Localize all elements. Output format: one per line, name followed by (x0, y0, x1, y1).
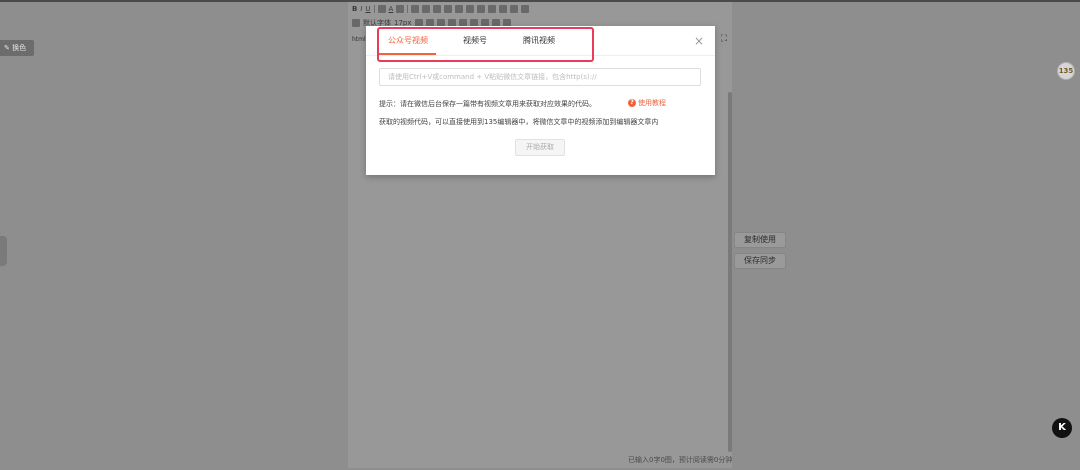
editor-scrollbar[interactable] (728, 92, 732, 452)
spacing-icon[interactable] (499, 5, 508, 13)
html-source-label[interactable]: html (352, 36, 366, 43)
indent-icon[interactable] (466, 5, 475, 13)
change-color-tag[interactable]: ✎ 换色 (0, 40, 34, 56)
dialog-tab-bar: 公众号视频 视频号 腾讯视频 (366, 26, 715, 56)
align-left-icon[interactable] (422, 5, 431, 13)
list-icon[interactable] (488, 5, 497, 13)
underline-icon[interactable]: U (365, 5, 370, 13)
word-count-status: 已输入0字0图，预计阅读需0分钟 (628, 456, 733, 464)
italic-icon[interactable]: I (360, 5, 362, 13)
image-icon[interactable] (411, 5, 420, 13)
align-justify-icon[interactable] (455, 5, 464, 13)
start-fetch-button[interactable]: 开始获取 (515, 139, 565, 156)
tutorial-link[interactable]: ? 使用教程 (628, 98, 666, 108)
background-color-icon[interactable] (396, 5, 405, 13)
paragraph-icon[interactable] (510, 5, 519, 13)
save-sync-button[interactable]: 保存同步 (734, 253, 786, 269)
strikethrough-icon[interactable] (377, 5, 386, 13)
editor-toolbar-row-1: B I U A (352, 3, 530, 15)
fullscreen-icon[interactable]: ⛶ (719, 34, 729, 44)
tutorial-link-label: 使用教程 (638, 99, 666, 107)
hint-text: 提示：请在微信后台保存一篇带有视频文章用来获取对应效果的代码。 (379, 100, 596, 108)
k-floating-button[interactable]: K (1052, 418, 1072, 438)
tab-official-account-video[interactable]: 公众号视频 (388, 35, 428, 46)
left-panel-handle[interactable] (0, 236, 7, 266)
bold-icon[interactable]: B (352, 5, 357, 13)
active-tab-indicator (378, 53, 436, 55)
clear-format-icon[interactable] (521, 5, 530, 13)
copy-use-button[interactable]: 复制使用 (734, 232, 786, 248)
toolbar-divider (373, 5, 375, 13)
change-color-label: 换色 (12, 44, 27, 52)
question-icon: ? (628, 99, 636, 107)
tab-channels-video[interactable]: 视频号 (463, 35, 487, 46)
toolbar-divider (407, 5, 409, 13)
align-right-icon[interactable] (444, 5, 453, 13)
tab-tencent-video[interactable]: 腾讯视频 (523, 35, 555, 46)
line-height-icon[interactable] (477, 5, 486, 13)
135-logo-badge[interactable]: 135 (1057, 62, 1075, 80)
article-url-input[interactable] (379, 68, 701, 86)
font-color-icon[interactable]: A (389, 5, 394, 13)
video-import-dialog: 公众号视频 视频号 腾讯视频 × 提示：请在微信后台保存一篇带有视频文章用来获取… (366, 26, 715, 175)
align-center-icon[interactable] (433, 5, 442, 13)
description-text: 获取的视频代码，可以直接使用到135编辑器中，将微信文章中的视频添加到编辑器文章… (379, 118, 659, 126)
document-icon[interactable] (352, 19, 360, 27)
close-icon[interactable]: × (693, 35, 705, 47)
